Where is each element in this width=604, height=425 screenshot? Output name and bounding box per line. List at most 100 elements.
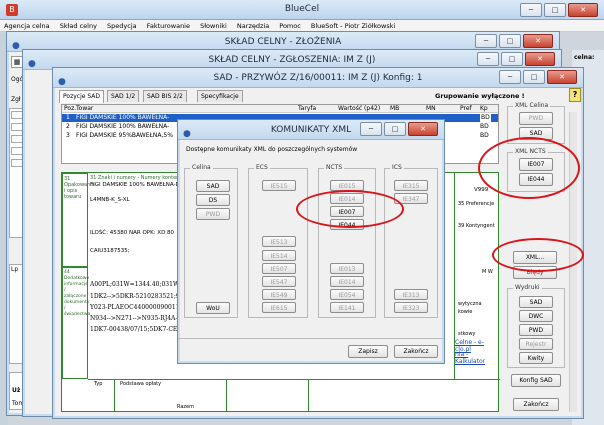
minimize-button[interactable]: ─ bbox=[475, 34, 497, 48]
tab-pozycje[interactable]: Pozycje SAD bbox=[59, 90, 104, 103]
dialog-sad-button[interactable]: SAD bbox=[196, 180, 230, 192]
dialog-ds-button[interactable]: DS bbox=[196, 194, 230, 206]
celina-label: Celina bbox=[190, 164, 213, 171]
row-towar: FIGI DAMSKIE 100% BAWEŁNA- bbox=[76, 114, 170, 121]
minimize-button[interactable]: ─ bbox=[477, 52, 499, 66]
table-header: Poz. Towar Taryfa Wartość (p42) MB MN Pr… bbox=[62, 105, 498, 113]
print-kwity-label: Kwity bbox=[527, 355, 545, 362]
row-towar: FIGI DAMSKIE 100% BAWEŁNA- bbox=[76, 123, 170, 130]
box31-line3: ILOŚĆ: 45380 NAR OPK: XD 80 bbox=[90, 230, 175, 236]
help-button[interactable]: ? bbox=[569, 88, 581, 102]
podstawa-label: Podstawa opłaty bbox=[120, 381, 162, 387]
zakoncz-button[interactable]: Zakończ bbox=[513, 398, 559, 411]
box39-label: 39 Kontyngent bbox=[458, 223, 495, 229]
print-sad-button[interactable]: SAD bbox=[519, 296, 553, 308]
dialog-pwd-button[interactable]: PWD bbox=[196, 208, 230, 220]
print-sad-label: SAD bbox=[529, 299, 543, 306]
window-zlozenia-title: SKŁAD CELNY - ZŁOŻENIA bbox=[224, 37, 342, 47]
ncts-ie054-button[interactable]: IE054 bbox=[330, 289, 364, 300]
wydruki-label: Wydruki bbox=[513, 284, 542, 291]
tab-sadbis[interactable]: SAD BIS 2/2 bbox=[143, 90, 187, 102]
close-button[interactable]: ✕ bbox=[547, 70, 577, 84]
xml-celina-label: XML Celina bbox=[513, 102, 551, 109]
row-poz: 1 bbox=[66, 114, 70, 121]
annotation-oval-dialog bbox=[296, 190, 404, 228]
ics-ie313-button[interactable]: IE313 bbox=[394, 289, 428, 300]
ecs-ie513-label: IE513 bbox=[270, 239, 288, 246]
ecs-ie514-label: IE514 bbox=[270, 253, 288, 260]
box31-line1: FIGI DAMSKIE 100% BAWEŁNA-DO bbox=[90, 182, 185, 188]
box44-line2: 1DK2-->5DKR-5210283521;9D bbox=[90, 293, 185, 300]
ecs-ie549-button[interactable]: IE549 bbox=[262, 289, 296, 300]
ncts-ie013-button[interactable]: IE013 bbox=[330, 263, 364, 274]
window-icon: ● bbox=[12, 41, 20, 51]
ecs-ie514-button[interactable]: IE514 bbox=[262, 250, 296, 261]
print-pwd-label: PWD bbox=[528, 327, 544, 334]
grouping-status: Grupowanie wyłączone ! bbox=[435, 92, 525, 100]
dialog-title: KOMUNIKATY XML bbox=[270, 125, 352, 135]
box44-line3: Y023-PLAEOC4400000900118 bbox=[90, 304, 184, 311]
ecs-ie549-label: IE549 bbox=[270, 292, 288, 299]
print-pwd-button[interactable]: PWD bbox=[519, 324, 553, 336]
left-snip-lp: Lp bbox=[11, 266, 19, 273]
link-kalkulator[interactable]: nia - Kalkulator bbox=[455, 351, 498, 365]
annotation-oval-xml bbox=[492, 238, 584, 272]
dialog-subtitle: Dostępne komunikaty XML do poszczególnyc… bbox=[186, 146, 358, 153]
col-divider bbox=[308, 379, 309, 412]
print-rejestr-button[interactable]: Rejestr bbox=[519, 338, 553, 350]
col-towar: Towar bbox=[76, 105, 94, 112]
close-button[interactable]: ✕ bbox=[523, 34, 553, 48]
box44-line5: 1DK7-00438/07/15;5DK7-CER bbox=[90, 326, 182, 333]
ics-ie315-button[interactable]: IE315 bbox=[394, 180, 428, 191]
print-kwity-button[interactable]: Kwity bbox=[519, 352, 553, 364]
ecs-ie513-button[interactable]: IE513 bbox=[262, 236, 296, 247]
ncts-ie014b-label: IE014 bbox=[338, 279, 356, 286]
minimize-button[interactable]: ─ bbox=[360, 122, 382, 136]
dialog-ds-label: DS bbox=[208, 197, 218, 204]
box44-label: 44 Dodatkowe informacje / załączone doku… bbox=[64, 270, 91, 317]
typ-label: Typ bbox=[94, 381, 103, 387]
col-mb: MB bbox=[390, 105, 400, 112]
ics-label: ICS bbox=[390, 164, 404, 171]
print-dwc-button[interactable]: DWC bbox=[519, 310, 553, 322]
tab-specyfikacje[interactable]: Specyfikacje bbox=[197, 90, 243, 102]
maximize-button[interactable]: □ bbox=[499, 34, 521, 48]
taskbar-item-uz: Uż bbox=[12, 387, 21, 394]
celina-pwd-button[interactable]: PWD bbox=[519, 112, 553, 125]
maximize-button[interactable]: □ bbox=[523, 70, 545, 84]
dialog-wou-button[interactable]: WoU bbox=[196, 302, 230, 314]
maximize-button[interactable]: □ bbox=[544, 3, 566, 17]
ecs-ie507-button[interactable]: IE507 bbox=[262, 263, 296, 274]
ics-ie323-button[interactable]: IE323 bbox=[394, 302, 428, 313]
col-pref: Pref bbox=[460, 105, 472, 112]
ics-ie315-label: IE315 bbox=[402, 183, 420, 190]
app-titlebar: B BlueCel ─ □ ✕ bbox=[0, 0, 604, 20]
konfig-sad-label: Konfig SAD bbox=[519, 377, 553, 384]
col-mn: MN bbox=[426, 105, 436, 112]
dialog-divider bbox=[178, 338, 444, 339]
side-text-1: wytyczna bbox=[458, 301, 482, 307]
row-kp: BD bbox=[480, 132, 489, 139]
maximize-button[interactable]: □ bbox=[501, 52, 523, 66]
close-button[interactable]: ✕ bbox=[525, 52, 555, 66]
konfig-sad-button[interactable]: Konfig SAD bbox=[511, 374, 561, 387]
minimize-button[interactable]: ─ bbox=[499, 70, 521, 84]
ecs-ie547-button[interactable]: IE547 bbox=[262, 276, 296, 287]
close-button[interactable]: ✕ bbox=[568, 3, 598, 17]
ncts-ie014b-button[interactable]: IE014 bbox=[330, 276, 364, 287]
ncts-ie141-button[interactable]: IE141 bbox=[330, 302, 364, 313]
dialog-zapisz-button[interactable]: Zapisz bbox=[348, 345, 388, 358]
ecs-label: ECS bbox=[254, 164, 270, 171]
side-text-3: stkowy bbox=[458, 331, 476, 337]
tab-sad12[interactable]: SAD 1/2 bbox=[107, 90, 140, 102]
right-snip: celna: bbox=[574, 54, 595, 61]
zakoncz-label: Zakończ bbox=[523, 401, 549, 408]
close-button[interactable]: ✕ bbox=[408, 122, 438, 136]
window-icon: ● bbox=[183, 129, 191, 139]
maximize-button[interactable]: □ bbox=[384, 122, 406, 136]
ecs-ie515-button[interactable]: IE515 bbox=[262, 180, 296, 191]
minimize-button[interactable]: ─ bbox=[520, 3, 542, 17]
ecs-ie615-button[interactable]: IE615 bbox=[262, 302, 296, 313]
ncts-ie015-label: IE015 bbox=[338, 183, 356, 190]
dialog-zakoncz-button[interactable]: Zakończ bbox=[394, 345, 438, 358]
